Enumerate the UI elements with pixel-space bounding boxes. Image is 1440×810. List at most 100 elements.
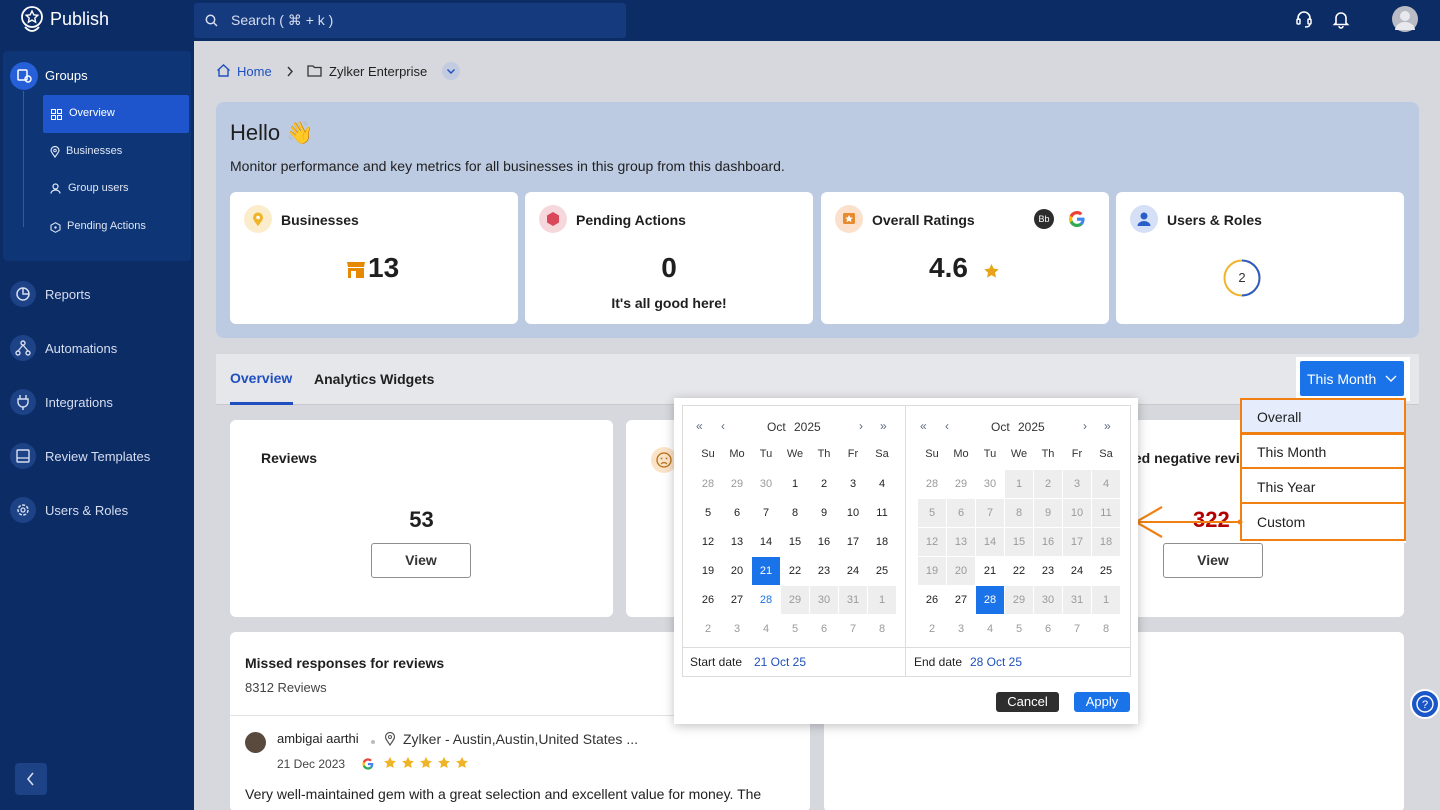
stat-card-overall-ratings[interactable]: Overall Ratings Bb 4.6 bbox=[821, 192, 1109, 324]
end-day-cell[interactable]: 3 bbox=[1063, 470, 1091, 498]
start-day-cell[interactable]: 14 bbox=[752, 528, 780, 556]
tab-overview[interactable]: Overview bbox=[230, 370, 292, 386]
end-day-cell[interactable]: 25 bbox=[1092, 557, 1120, 585]
reviews-view-button[interactable]: View bbox=[371, 543, 471, 578]
start-day-cell[interactable]: 6 bbox=[723, 499, 751, 527]
sidebar-item-businesses[interactable]: Businesses bbox=[66, 145, 122, 157]
prev-month-button[interactable]: ‹ bbox=[721, 419, 725, 433]
end-day-cell[interactable]: 20 bbox=[947, 557, 975, 585]
end-day-cell[interactable]: 16 bbox=[1034, 528, 1062, 556]
end-day-cell[interactable]: 28 bbox=[976, 586, 1004, 614]
start-day-cell[interactable]: 12 bbox=[694, 528, 722, 556]
start-day-cell[interactable]: 19 bbox=[694, 557, 722, 585]
start-day-cell[interactable]: 1 bbox=[781, 470, 809, 498]
end-day-cell[interactable]: 23 bbox=[1034, 557, 1062, 585]
end-day-cell[interactable]: 26 bbox=[918, 586, 946, 614]
start-day-cell[interactable]: 27 bbox=[723, 586, 751, 614]
end-day-cell[interactable]: 2 bbox=[1034, 470, 1062, 498]
start-day-cell[interactable]: 28 bbox=[752, 586, 780, 614]
start-day-cell[interactable]: 13 bbox=[723, 528, 751, 556]
start-day-cell[interactable]: 3 bbox=[839, 470, 867, 498]
right-prev-month-button[interactable]: ‹ bbox=[945, 419, 949, 433]
end-day-cell[interactable]: 5 bbox=[918, 499, 946, 527]
left-year[interactable]: 2025 bbox=[794, 420, 821, 434]
end-day-cell[interactable]: 11 bbox=[1092, 499, 1120, 527]
left-next-month-button[interactable]: › bbox=[859, 419, 863, 433]
end-day-cell[interactable]: 8 bbox=[1005, 499, 1033, 527]
help-button[interactable]: ? bbox=[1410, 689, 1440, 719]
start-day-cell[interactable]: 24 bbox=[839, 557, 867, 585]
end-day-cell[interactable]: 24 bbox=[1063, 557, 1091, 585]
range-option-this-year[interactable]: This Year bbox=[1240, 467, 1406, 504]
start-day-cell[interactable]: 26 bbox=[694, 586, 722, 614]
end-day-cell[interactable]: 1 bbox=[1005, 470, 1033, 498]
right-month[interactable]: Oct bbox=[991, 420, 1010, 434]
end-day-cell[interactable]: 6 bbox=[947, 499, 975, 527]
left-next-year-button[interactable]: » bbox=[880, 419, 887, 433]
start-day-cell[interactable]: 8 bbox=[781, 499, 809, 527]
stat-card-users-roles[interactable]: Users & Roles 2 bbox=[1116, 192, 1404, 324]
start-day-cell[interactable]: 30 bbox=[810, 586, 838, 614]
end-day-cell[interactable]: 27 bbox=[947, 586, 975, 614]
stat-card-businesses[interactable]: Businesses 13 bbox=[230, 192, 518, 324]
sidebar-item-group-users[interactable]: Group users bbox=[68, 182, 129, 194]
end-day-cell[interactable]: 4 bbox=[1092, 470, 1120, 498]
range-option-this-month[interactable]: This Month bbox=[1240, 433, 1406, 469]
start-day-cell[interactable]: 10 bbox=[839, 499, 867, 527]
start-day-cell[interactable]: 2 bbox=[810, 470, 838, 498]
range-option-overall[interactable]: Overall bbox=[1240, 398, 1406, 434]
end-day-cell[interactable]: 17 bbox=[1063, 528, 1091, 556]
sidebar-item-overview[interactable] bbox=[43, 95, 189, 133]
end-day-cell[interactable]: 9 bbox=[1034, 499, 1062, 527]
start-day-cell[interactable]: 29 bbox=[781, 586, 809, 614]
stat-card-pending-actions[interactable]: Pending Actions 0 It's all good here! bbox=[525, 192, 813, 324]
sidebar-item-automations[interactable]: Automations bbox=[45, 341, 117, 356]
end-day-cell[interactable]: 21 bbox=[976, 557, 1004, 585]
end-day-cell[interactable]: 12 bbox=[918, 528, 946, 556]
tab-analytics-widgets[interactable]: Analytics Widgets bbox=[314, 371, 434, 387]
next-year-button[interactable]: » bbox=[1104, 419, 1111, 433]
start-day-cell[interactable]: 11 bbox=[868, 499, 896, 527]
end-day-cell[interactable]: 18 bbox=[1092, 528, 1120, 556]
start-day-cell[interactable]: 20 bbox=[723, 557, 751, 585]
negative-view-button[interactable]: View bbox=[1163, 543, 1263, 578]
end-day-cell[interactable]: 10 bbox=[1063, 499, 1091, 527]
start-day-cell[interactable]: 5 bbox=[694, 499, 722, 527]
right-prev-year-button[interactable]: « bbox=[920, 419, 927, 433]
range-select[interactable]: This Month bbox=[1300, 361, 1404, 396]
left-month[interactable]: Oct bbox=[767, 420, 786, 434]
apply-button[interactable]: Apply bbox=[1074, 692, 1130, 712]
start-day-cell[interactable]: 7 bbox=[752, 499, 780, 527]
end-day-cell[interactable]: 30 bbox=[1034, 586, 1062, 614]
end-day-cell[interactable]: 15 bbox=[1005, 528, 1033, 556]
end-day-cell[interactable]: 19 bbox=[918, 557, 946, 585]
end-day-cell[interactable]: 22 bbox=[1005, 557, 1033, 585]
start-day-cell[interactable]: 25 bbox=[868, 557, 896, 585]
end-day-cell[interactable]: 13 bbox=[947, 528, 975, 556]
start-day-cell[interactable]: 21 bbox=[752, 557, 780, 585]
start-day-cell[interactable]: 4 bbox=[868, 470, 896, 498]
start-day-cell[interactable]: 17 bbox=[839, 528, 867, 556]
sidebar-item-users-roles[interactable]: Users & Roles bbox=[45, 503, 128, 518]
headset-icon[interactable] bbox=[1295, 9, 1313, 29]
end-day-cell[interactable]: 7 bbox=[976, 499, 1004, 527]
start-day-cell[interactable]: 9 bbox=[810, 499, 838, 527]
end-day-cell[interactable]: 31 bbox=[1063, 586, 1091, 614]
start-day-cell[interactable]: 22 bbox=[781, 557, 809, 585]
right-year[interactable]: 2025 bbox=[1018, 420, 1045, 434]
start-day-cell[interactable]: 16 bbox=[810, 528, 838, 556]
breadcrumb-dropdown[interactable] bbox=[442, 62, 460, 80]
sidebar-item-reports[interactable]: Reports bbox=[45, 287, 91, 302]
sidebar-item-integrations[interactable]: Integrations bbox=[45, 395, 113, 410]
next-month-button[interactable]: › bbox=[1083, 419, 1087, 433]
sidebar-groups-label[interactable]: Groups bbox=[45, 68, 88, 83]
sidebar-item-pending-actions[interactable]: Pending Actions bbox=[67, 220, 146, 232]
start-day-cell[interactable]: 18 bbox=[868, 528, 896, 556]
bell-icon[interactable] bbox=[1332, 9, 1350, 29]
end-day-cell[interactable]: 14 bbox=[976, 528, 1004, 556]
start-day-cell[interactable]: 31 bbox=[839, 586, 867, 614]
prev-year-button[interactable]: « bbox=[696, 419, 703, 433]
sidebar-item-review-templates[interactable]: Review Templates bbox=[45, 449, 150, 464]
end-day-cell[interactable]: 29 bbox=[1005, 586, 1033, 614]
collapse-sidebar-button[interactable] bbox=[15, 763, 47, 795]
